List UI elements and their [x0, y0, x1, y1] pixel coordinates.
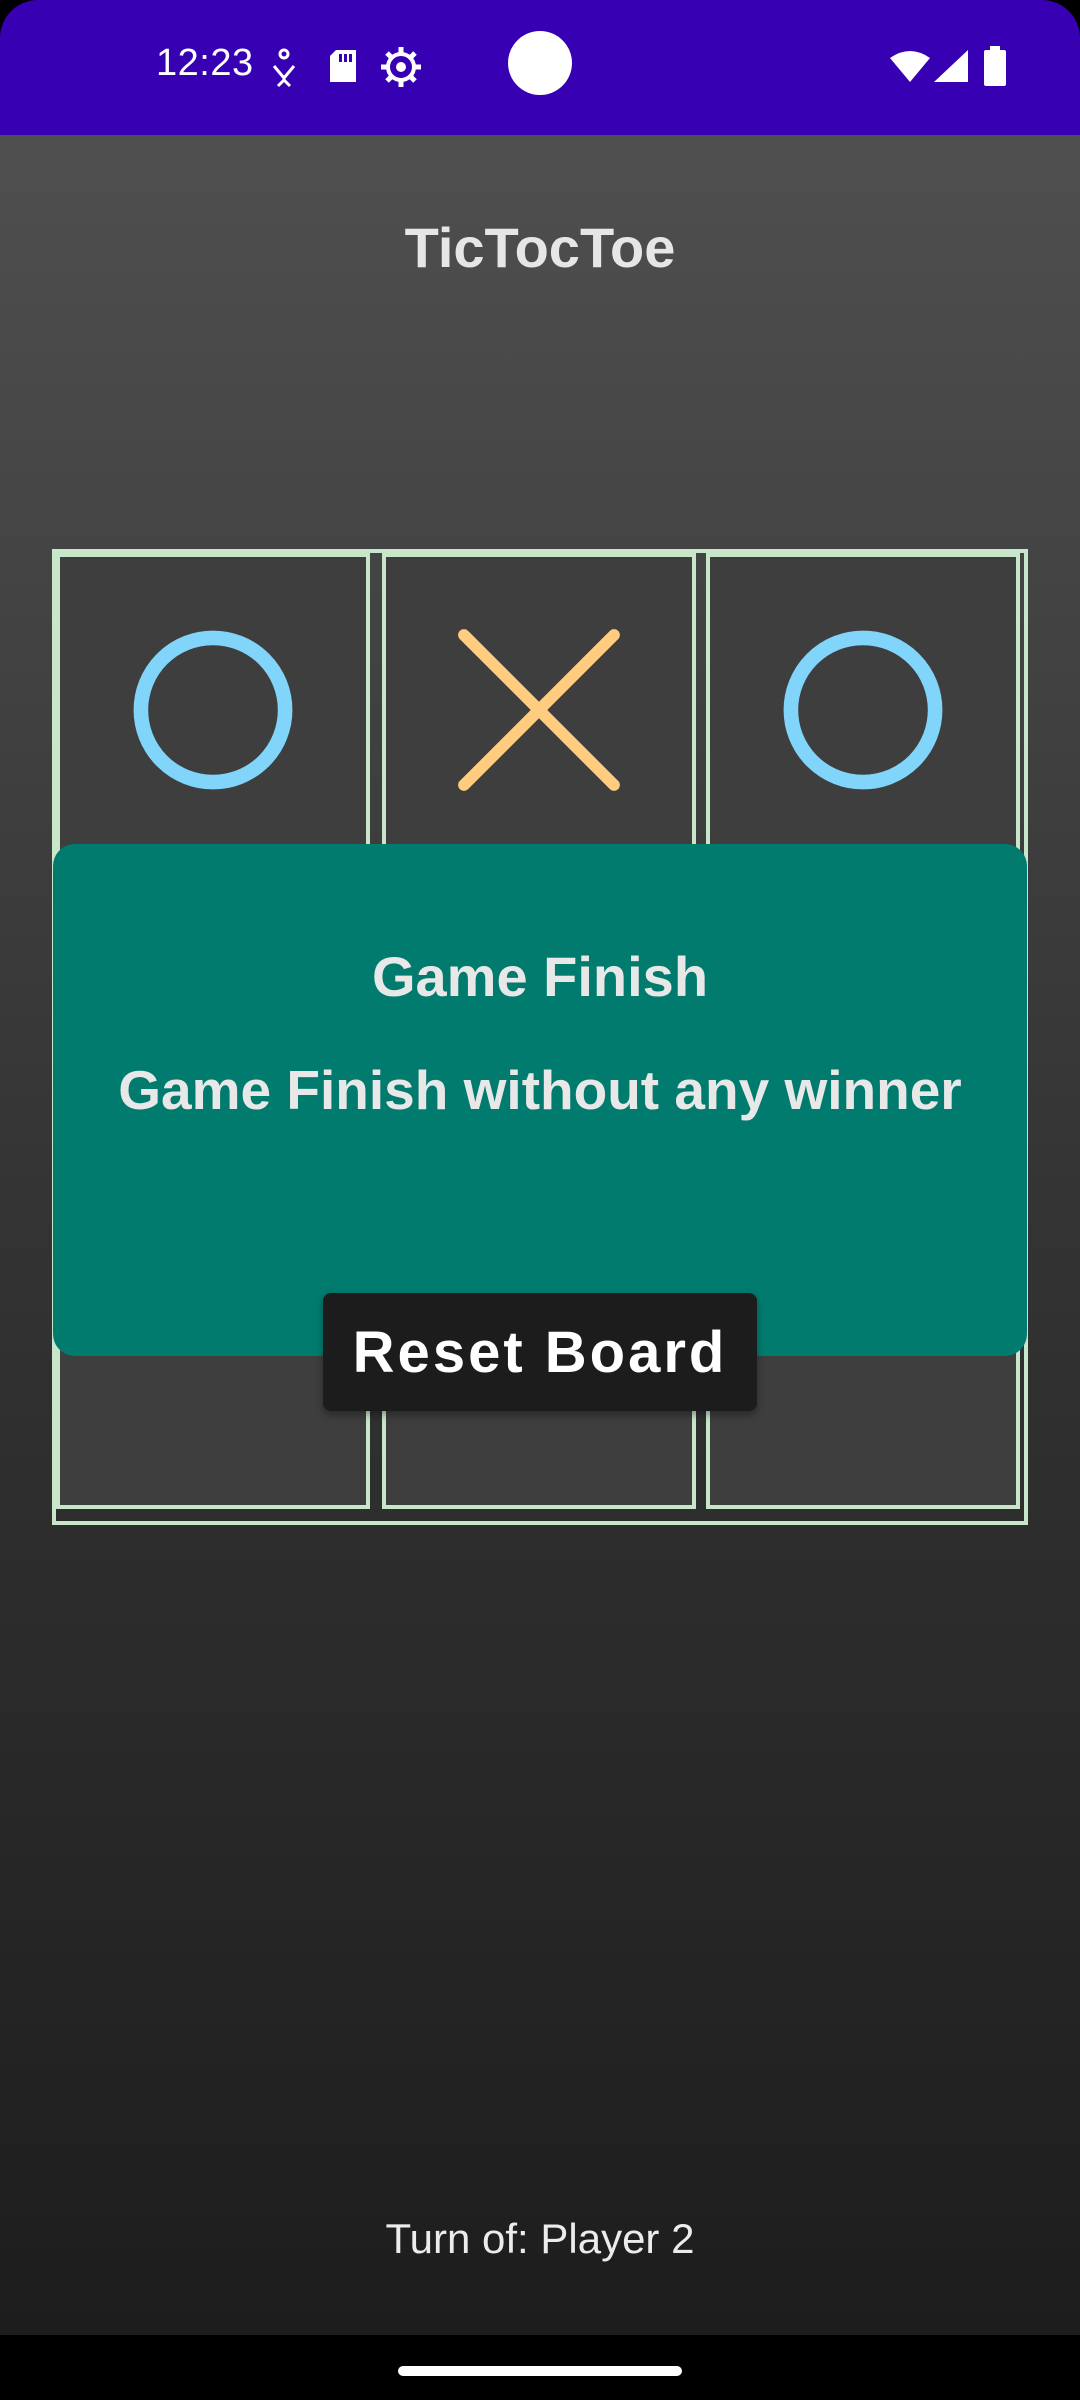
battery-icon [984, 46, 1006, 91]
status-bar: 12:23 [0, 0, 1080, 135]
dialog-title: Game Finish [371, 945, 709, 1008]
app-title: TicTocToe [404, 216, 676, 279]
o-mark-icon [133, 630, 293, 790]
board-cell-0-0[interactable] [56, 553, 370, 867]
home-gesture-handle[interactable] [398, 2366, 682, 2376]
board-cell-0-2[interactable] [706, 553, 1020, 867]
dialog-message: Game Finish without any winner [118, 1059, 962, 1121]
turn-indicator: Turn of: Player 2 [385, 2215, 695, 2262]
camera-cutout [508, 31, 572, 95]
wifi-icon [890, 50, 930, 87]
board-cell-0-1[interactable] [382, 553, 696, 867]
x-mark-icon [458, 629, 620, 791]
reset-board-button[interactable]: Reset Board [323, 1293, 757, 1411]
cell-signal-icon [934, 50, 968, 87]
o-mark-icon [783, 630, 943, 790]
game-finish-dialog: Game Finish Game Finish without any winn… [53, 844, 1027, 1411]
settings-gear-icon [380, 46, 422, 93]
sd-card-icon [328, 48, 358, 89]
accessibility-icon [270, 48, 298, 93]
status-time: 12:23 [156, 42, 254, 84]
